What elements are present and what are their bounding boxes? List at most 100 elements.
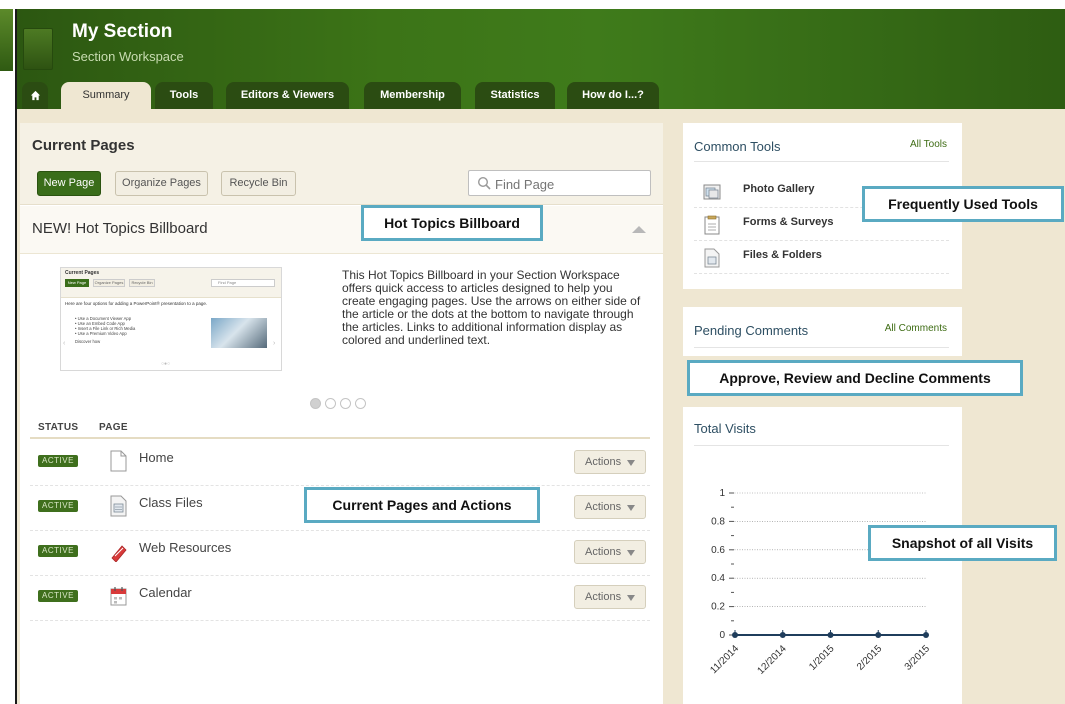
x-tick-label: 3/2015 bbox=[903, 643, 933, 673]
tool-label: Photo Gallery bbox=[743, 183, 815, 195]
photo-gallery-icon bbox=[703, 184, 721, 200]
site-header: My Section Section Workspace Summary Too… bbox=[17, 9, 1065, 109]
tab-how-do-i[interactable]: How do I...? bbox=[567, 82, 659, 109]
billboard-dot-2[interactable] bbox=[325, 398, 336, 409]
data-point bbox=[732, 632, 738, 638]
left-edge-stripe bbox=[0, 9, 13, 71]
page-icon bbox=[110, 450, 127, 472]
page-name-link[interactable]: Home bbox=[139, 450, 174, 465]
callout-snapshot-visits: Snapshot of all Visits bbox=[868, 525, 1057, 561]
y-tick-label: 0.6 bbox=[711, 545, 725, 556]
new-page-button[interactable]: New Page bbox=[37, 171, 101, 196]
actions-dropdown[interactable]: Actions bbox=[574, 585, 646, 609]
section-logo bbox=[23, 28, 53, 70]
x-tick-label: 1/2015 bbox=[807, 643, 837, 673]
callout-frequently-used-tools: Frequently Used Tools bbox=[862, 186, 1064, 222]
actions-dropdown[interactable]: Actions bbox=[574, 450, 646, 474]
y-tick-label: 0.4 bbox=[711, 573, 725, 584]
pending-comments-title: Pending Comments bbox=[694, 323, 809, 338]
tab-membership[interactable]: Membership bbox=[364, 82, 461, 109]
tab-summary[interactable]: Summary bbox=[61, 82, 151, 109]
recycle-bin-button[interactable]: Recycle Bin bbox=[221, 171, 296, 196]
thumb-bullets: • Use a Document Viewer App • Use an Emb… bbox=[75, 316, 136, 344]
home-icon bbox=[30, 90, 40, 101]
current-pages-panel: Current Pages New Page Organize Pages Re… bbox=[20, 123, 663, 704]
status-badge: ACTIVE bbox=[38, 500, 78, 512]
thumb-dots: ○●○ bbox=[161, 361, 171, 367]
callout-hot-topics-billboard: Hot Topics Billboard bbox=[361, 205, 543, 241]
actions-dropdown[interactable]: Actions bbox=[574, 495, 646, 519]
find-page-input[interactable] bbox=[495, 174, 645, 194]
chevron-down-icon bbox=[627, 460, 635, 466]
search-icon bbox=[477, 176, 491, 190]
page-column-header: PAGE bbox=[99, 422, 128, 433]
collapse-icon[interactable] bbox=[632, 226, 646, 233]
tab-tools[interactable]: Tools bbox=[155, 82, 213, 109]
page-name-link[interactable]: Web Resources bbox=[139, 540, 231, 555]
common-tools-title: Common Tools bbox=[694, 139, 781, 154]
billboard-title: NEW! Hot Topics Billboard bbox=[32, 220, 208, 237]
thumb-organize-button: Organize Pages bbox=[93, 279, 125, 287]
billboard-bar[interactable]: NEW! Hot Topics Billboard bbox=[20, 206, 663, 254]
data-point bbox=[779, 632, 786, 638]
tab-editors-viewers[interactable]: Editors & Viewers bbox=[226, 82, 349, 109]
all-comments-link[interactable]: All Comments bbox=[885, 323, 947, 334]
callout-approve-comments: Approve, Review and Decline Comments bbox=[687, 360, 1023, 396]
thumb-prev-arrow-icon: ‹ bbox=[63, 340, 66, 347]
thumb-title: Current Pages bbox=[65, 270, 100, 276]
find-page-box[interactable] bbox=[468, 170, 651, 196]
y-tick-label: 0.8 bbox=[711, 516, 725, 527]
status-badge: ACTIVE bbox=[38, 545, 78, 557]
calendar-icon bbox=[110, 587, 127, 606]
tool-label: Forms & Surveys bbox=[743, 216, 834, 228]
page-name-link[interactable]: Class Files bbox=[139, 495, 203, 510]
thumb-intro: Here are four options for adding a Power… bbox=[65, 301, 208, 306]
y-tick-label: 0 bbox=[719, 630, 725, 641]
data-point bbox=[923, 632, 929, 638]
x-tick-label: 12/2014 bbox=[756, 643, 790, 677]
thumb-image bbox=[211, 318, 267, 348]
pages-table-header: STATUS PAGE bbox=[30, 419, 650, 439]
page-name-link[interactable]: Calendar bbox=[139, 585, 192, 600]
x-tick-label: 2/2015 bbox=[855, 643, 885, 673]
organize-pages-button[interactable]: Organize Pages bbox=[115, 171, 208, 196]
thumb-find: Find Page bbox=[211, 279, 275, 287]
tab-home[interactable] bbox=[22, 82, 48, 109]
status-badge: ACTIVE bbox=[38, 455, 78, 467]
status-column-header: STATUS bbox=[38, 422, 79, 433]
thumb-next-arrow-icon: › bbox=[273, 340, 276, 347]
status-badge: ACTIVE bbox=[38, 590, 78, 602]
billboard-description: This Hot Topics Billboard in your Sectio… bbox=[342, 268, 641, 347]
site-title: My Section bbox=[72, 21, 173, 42]
files-folders-icon bbox=[704, 248, 720, 268]
billboard-dot-4[interactable] bbox=[355, 398, 366, 409]
billboard-dots bbox=[310, 396, 370, 414]
billboard-dot-1[interactable] bbox=[310, 398, 321, 409]
current-pages-title: Current Pages bbox=[32, 137, 135, 154]
table-row: ACTIVE Home Actions bbox=[30, 441, 650, 486]
thumb-recycle-button: Recycle Bin bbox=[129, 279, 155, 287]
forms-icon bbox=[704, 215, 720, 235]
callout-current-pages-actions: Current Pages and Actions bbox=[304, 487, 540, 523]
table-row: ACTIVE Web Resources Actions bbox=[30, 531, 650, 576]
data-point bbox=[827, 632, 834, 638]
y-tick-label: 1 bbox=[719, 488, 725, 499]
chevron-down-icon bbox=[627, 505, 635, 511]
billboard-dot-3[interactable] bbox=[340, 398, 351, 409]
chevron-down-icon bbox=[627, 595, 635, 601]
pending-comments-widget: Pending Comments All Comments bbox=[683, 307, 962, 356]
tool-item-files-folders[interactable]: Files & Folders bbox=[694, 241, 949, 274]
actions-dropdown[interactable]: Actions bbox=[574, 540, 646, 564]
x-tick-label: 11/2014 bbox=[708, 643, 741, 676]
tab-bar: Summary Tools Editors & Viewers Membersh… bbox=[17, 82, 1065, 109]
link-icon bbox=[111, 545, 127, 562]
divider bbox=[694, 161, 949, 162]
files-icon bbox=[110, 495, 127, 517]
all-tools-link[interactable]: All Tools bbox=[910, 139, 947, 150]
chevron-down-icon bbox=[627, 550, 635, 556]
site-subtitle: Section Workspace bbox=[72, 49, 184, 64]
tab-statistics[interactable]: Statistics bbox=[475, 82, 555, 109]
thumb-new-button: New Page bbox=[65, 279, 89, 287]
data-point bbox=[875, 632, 882, 638]
billboard-thumbnail[interactable]: Current Pages New Page Organize Pages Re… bbox=[60, 267, 282, 371]
